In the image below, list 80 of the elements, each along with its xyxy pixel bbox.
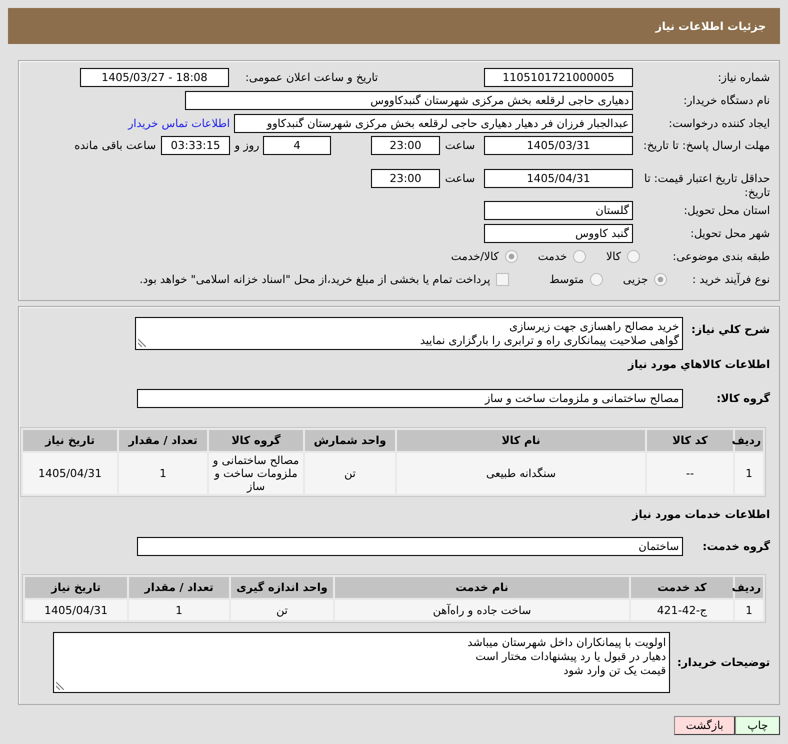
validity-time-field[interactable]: 23:00 (371, 169, 440, 188)
requester-field[interactable]: عبدالجبار فرزان فر دهیار دهیاری حاجی لرقلعه بخش مرکزی شهرستان گنبدکاوو (234, 114, 633, 132)
deadline-time-field[interactable]: 23:00 (371, 136, 440, 155)
field-label: مهلت ارسال پاسخ: تا تاریخ: (643, 138, 770, 153)
resize-grip-icon[interactable] (56, 682, 64, 690)
description-textarea[interactable]: خرید مصالح راهسازی جهت زیرسازی گواهی صلاحیت پیمانکاری راه و ترابری را بارگزاری نمایید (135, 317, 683, 350)
announcement-date-field[interactable]: 1405/03/27 - 18:08 (80, 68, 229, 86)
checkbox[interactable] (496, 272, 510, 286)
radio-button[interactable] (654, 272, 667, 286)
field-label: استان محل تحویل: (682, 204, 770, 216)
column-header: ردیف (735, 430, 763, 451)
section-title: اطلاعات كالاهاي مورد نياز (628, 357, 770, 373)
field-label: گروه خدمت: (701, 540, 770, 553)
field-label: نام دستگاه خریدار: (682, 94, 770, 106)
radio-label: جزیی (622, 272, 648, 286)
table-cell: 1405/04/31 (23, 453, 117, 494)
radio-button[interactable] (573, 250, 586, 262)
deadline-date-field[interactable]: 1405/03/31 (484, 136, 633, 155)
need-number-field[interactable]: 1105101721000005 (484, 68, 633, 86)
radio-button[interactable] (627, 250, 640, 262)
print-button[interactable]: چاپ (735, 716, 780, 735)
radio-label: خدمت (538, 250, 568, 262)
column-header: ردیف (735, 577, 763, 598)
column-header: تاریخ نیاز (25, 577, 127, 598)
contact-info-link[interactable]: اطلاعات تماس خریدار (128, 116, 230, 130)
service-group-field[interactable]: ساختمان (137, 537, 683, 556)
field-label: ساعت (444, 138, 476, 154)
radio-label: کالا/خدمت (451, 250, 499, 262)
goods-group-field[interactable]: مصالح ساختمانی و ملزومات ساخت و ساز (137, 389, 683, 408)
checkbox-label: پرداخت تمام یا بخشی از مبلغ خرید،از محل "اسناد خزانه اسلامی" خواهد بود. (140, 272, 490, 286)
province-field[interactable]: گلستان (484, 200, 633, 220)
remaining-time-field[interactable]: 03:33:15 (161, 136, 230, 155)
table-cell: سنگدانه طبیعی (397, 453, 645, 494)
field-label: طبقه بندی موضوعی: (672, 250, 770, 262)
field-label: تاریخ و ساعت اعلان عمومی: (244, 70, 378, 84)
field-label: شماره نیاز: (716, 70, 770, 84)
column-header: گروه کالا (209, 430, 303, 451)
remaining-days-field[interactable]: 4 (263, 136, 331, 155)
field-label: ایجاد کننده درخواست: (668, 116, 770, 130)
resize-grip-icon[interactable] (138, 339, 146, 347)
buyer-notes-textarea[interactable]: اولویت با پیمانکاران داخل شهرستان میباشد دهیار در قبول یا رد پیشنهادات مختار است قیمت یک تن وارد شود (53, 632, 670, 693)
column-header: کد کالا (647, 430, 733, 451)
table-cell: 1 (735, 600, 763, 620)
table-cell: تن (231, 600, 333, 620)
column-header: واحد اندازه گیری (231, 577, 333, 598)
field-label: توضیحات خریدار: (676, 656, 770, 669)
column-header: واحد شمارش (305, 430, 395, 451)
section-title: اطلاعات خدمات مورد نیاز (632, 507, 770, 523)
field-label: ساعت (444, 171, 476, 187)
column-header: تعداد / مقدار (129, 577, 229, 598)
back-button[interactable]: بازگشت (674, 716, 736, 735)
page-title: جزئیات اطلاعات نیاز (656, 20, 766, 32)
table-cell: 1405/04/31 (25, 600, 127, 620)
radio-button[interactable] (590, 272, 603, 286)
field-label: گروه کالا: (715, 392, 770, 405)
validity-date-field[interactable]: 1405/04/31 (484, 169, 633, 188)
field-label: شرح كلي نياز: (690, 322, 770, 338)
field-label: نوع فرآیند خرید : (691, 272, 770, 286)
table-cell: 1 (735, 453, 763, 494)
radio-label: کالا (606, 250, 621, 262)
table-cell: تن (305, 453, 395, 494)
field-label: شهر محل تحویل: (689, 226, 770, 240)
radio-label: متوسط (549, 272, 584, 286)
field-label: روز و (233, 138, 260, 154)
column-header: تاریخ نیاز (23, 430, 117, 451)
city-field[interactable]: گنبد کاووس (484, 224, 633, 242)
radio-button[interactable] (504, 250, 518, 262)
table-cell: 1 (129, 600, 229, 620)
column-header: کد خدمت (631, 577, 733, 598)
buyer-organization-field[interactable]: دهیاری حاجی لرقلعه بخش مرکزی شهرستان گنبدکاووس (185, 90, 633, 110)
column-header: نام کالا (397, 430, 645, 451)
field-label: ساعت باقی مانده (74, 138, 156, 154)
column-header: تعداد / مقدار (119, 430, 207, 451)
column-header: نام خدمت (335, 577, 629, 598)
field-label: حداقل تاریخ اعتبار قیمت: تا تاریخ: (643, 171, 770, 200)
table-cell: مصالح ساختمانی و ملزومات ساخت و ساز (209, 453, 303, 494)
table-cell: ساخت جاده و راه‌آهن (335, 600, 629, 620)
table-cell: -- (647, 453, 733, 494)
table-cell: ج-42-421 (631, 600, 733, 620)
table-cell: 1 (119, 453, 207, 494)
